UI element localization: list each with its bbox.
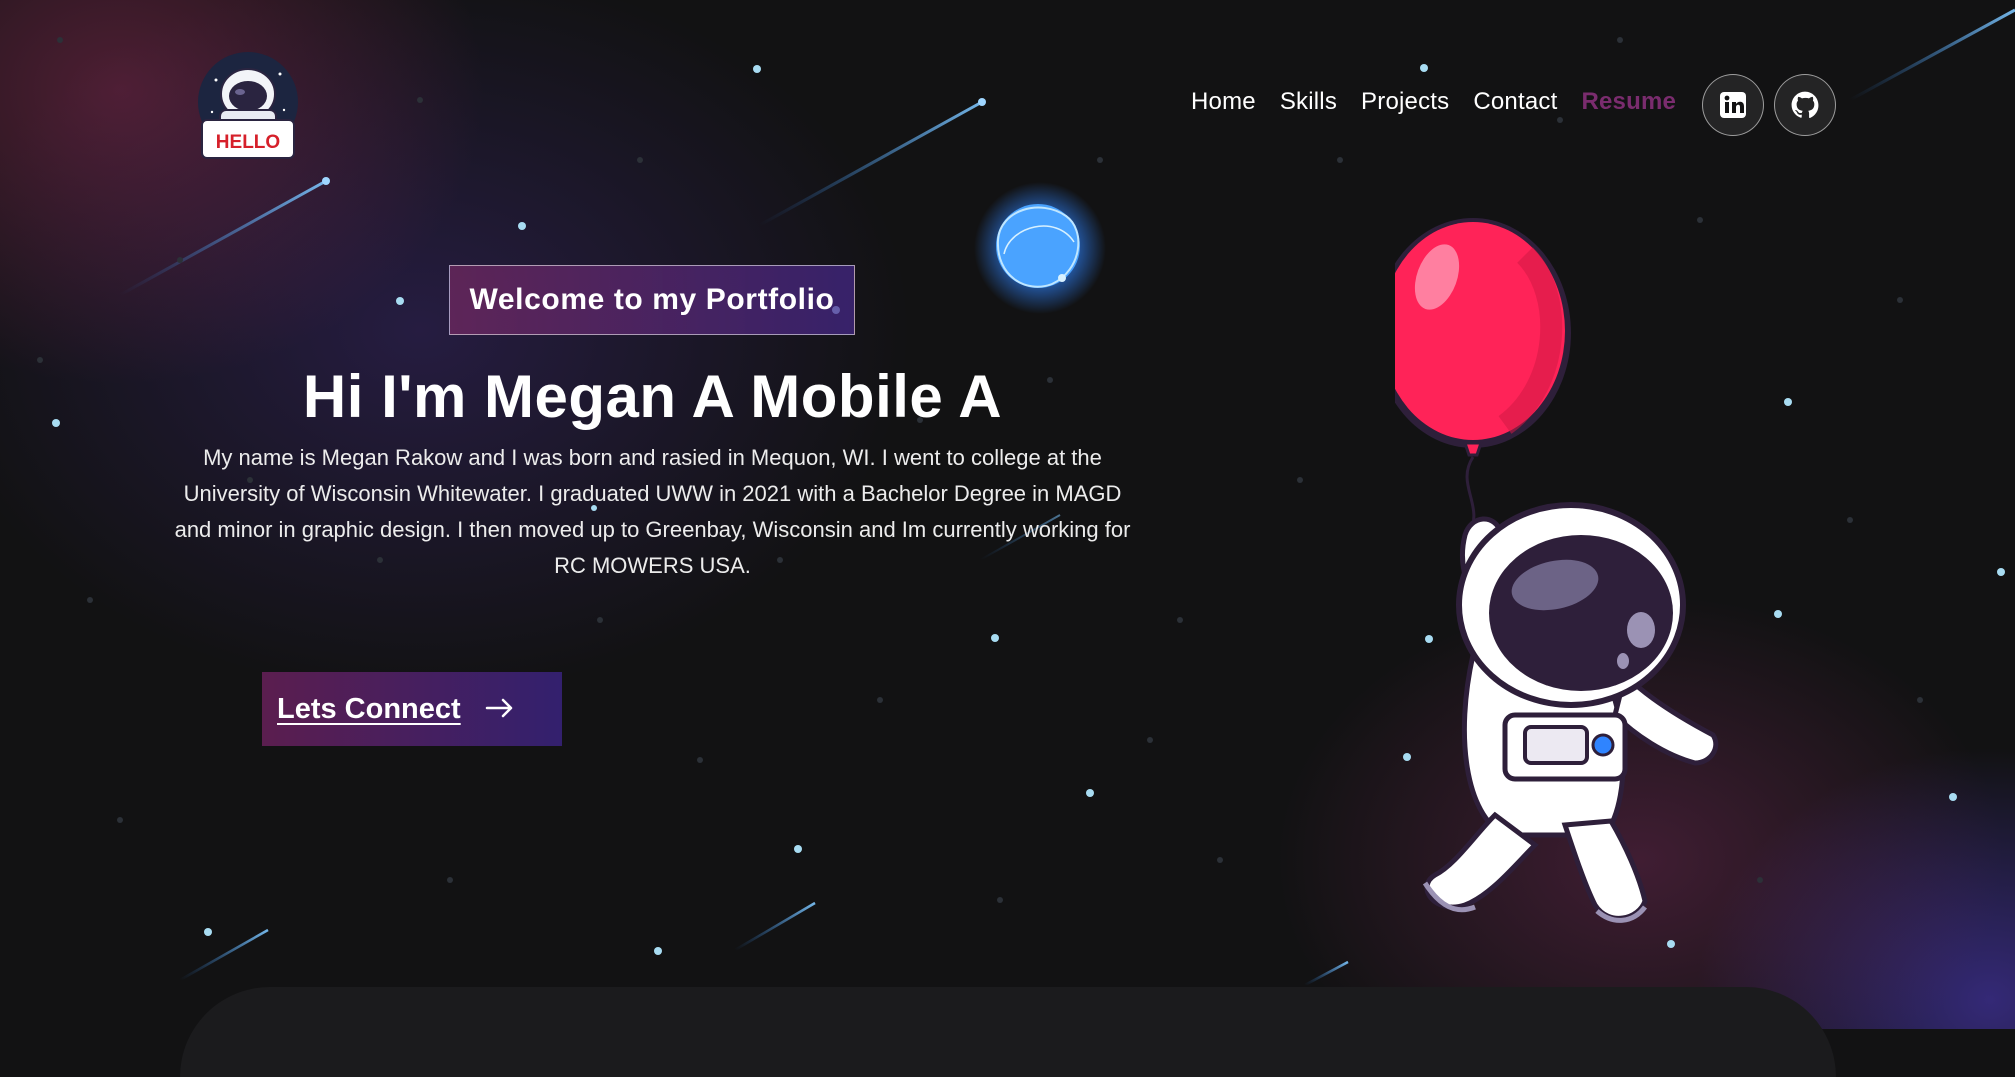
hero-headline: Hi I'm Megan A Mobile A [302,363,1003,430]
glowing-planet-illustration [970,180,1110,320]
lets-connect-button[interactable]: Lets Connect [262,672,562,746]
welcome-tagline: Welcome to my Portfolio [449,265,855,335]
linkedin-icon [1720,92,1746,118]
nav-link-contact[interactable]: Contact [1473,88,1557,116]
astronaut-hello-logo[interactable]: HELLO [196,50,300,162]
nav-link-resume[interactable]: Resume [1581,88,1676,116]
hero-bio: My name is Megan Rakow and I was born an… [174,445,1131,578]
nav-link-skills[interactable]: Skills [1280,88,1337,116]
next-section-edge [180,987,1836,1077]
github-icon [1791,91,1819,118]
lets-connect-label: Lets Connect [277,692,461,725]
linkedin-button[interactable] [1702,74,1764,136]
arrow-right-icon [485,693,515,726]
astronaut-balloon-illustration [1375,215,1725,935]
nav-link-home[interactable]: Home [1191,88,1256,116]
nav-link-projects[interactable]: Projects [1361,88,1449,116]
github-button[interactable] [1774,74,1836,136]
logo-badge-text: HELLO [216,132,280,153]
main-nav: Home Skills Projects Contact Resume [1191,88,1676,116]
